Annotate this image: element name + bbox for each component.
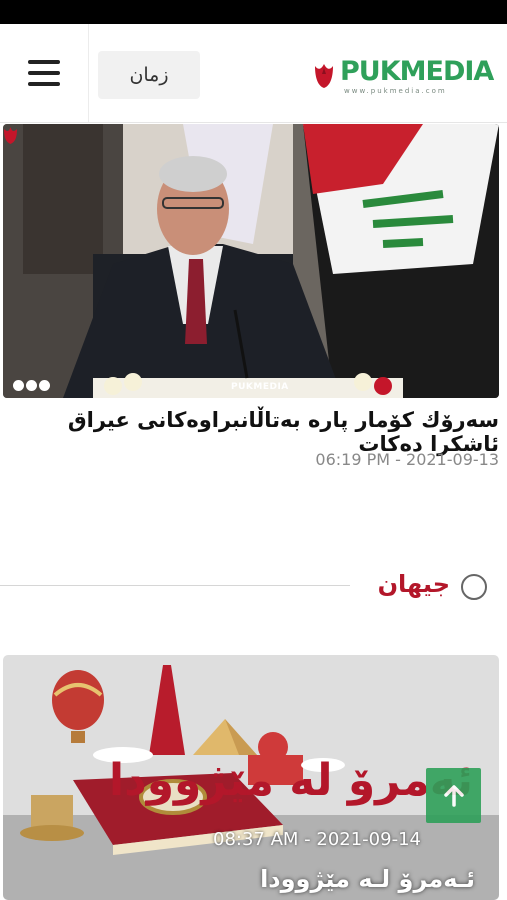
facebook-icon (13, 380, 24, 391)
app-header: زمان PUKMEDIA www.pukmedia.com (0, 24, 507, 123)
hamburger-icon (28, 60, 60, 86)
menu-button[interactable] (0, 24, 89, 122)
section-divider (0, 585, 350, 586)
tulip-icon (4, 127, 17, 144)
image-watermark: PUKMEDIA (231, 382, 289, 392)
social-icons (13, 380, 50, 391)
language-button[interactable]: زمان (98, 51, 200, 99)
pukmedia-logo[interactable]: PUKMEDIA www.pukmedia.com (312, 54, 494, 102)
article-date: 06:19 PM - 2021-09-13 (315, 450, 499, 469)
article-title[interactable]: ئـەمرۆ لـە مێژوودا (260, 865, 475, 893)
arrow-up-icon (443, 784, 464, 807)
section-title[interactable]: جیهان (362, 570, 450, 598)
article-title[interactable]: سەرۆك كۆمار پارە بەتاڵانبراوەكانی عیراق … (9, 408, 499, 456)
article-date: 08:37 AM - 2021-09-14 (213, 829, 421, 850)
image-caption: ئەمرۆ لە مێژوودا (109, 755, 473, 806)
youtube-icon (39, 380, 50, 391)
article-card[interactable]: ئەمرۆ لە مێژوودا 08:37 AM - 2021-09-14 ئ… (3, 655, 499, 900)
twitter-icon (26, 380, 37, 391)
article-image[interactable]: PUKMEDIA (3, 124, 499, 398)
logo-subtext: www.pukmedia.com (344, 87, 447, 95)
status-bar (0, 0, 507, 24)
logo-text: PUKMEDIA (340, 56, 494, 87)
scroll-top-button[interactable] (426, 768, 481, 823)
circle-icon (461, 574, 487, 600)
